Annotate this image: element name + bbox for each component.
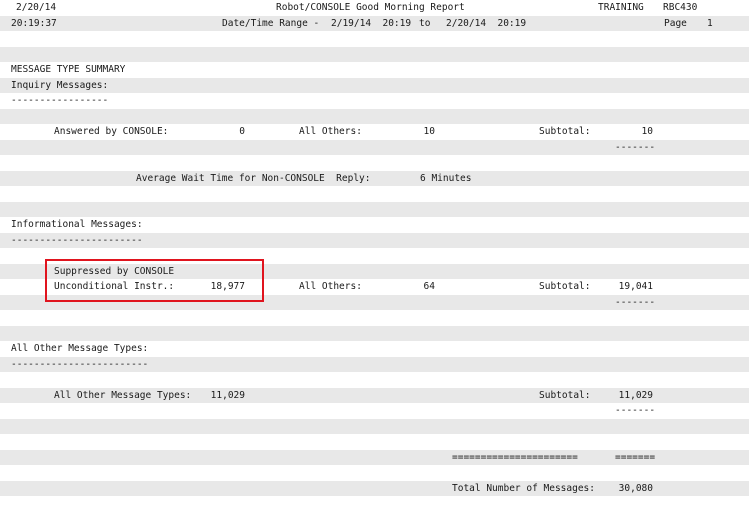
- band: [0, 108, 749, 124]
- avg-wait-label: Average Wait Time for Non-CONSOLE Reply:: [136, 172, 371, 184]
- band: [0, 325, 749, 341]
- answered-label: Answered by CONSOLE:: [54, 126, 169, 137]
- informational-subtotal-rule: -------: [615, 296, 656, 308]
- informational-others-label: All Others:: [299, 281, 362, 292]
- avg-wait-value: 6 Minutes: [420, 172, 472, 184]
- inquiry-subtotal-value: 10: [641, 126, 653, 137]
- total-rule-short: =======: [615, 451, 656, 463]
- band: [0, 46, 749, 62]
- informational-underline: -----------------------: [11, 234, 143, 246]
- answered-value: 0: [239, 126, 245, 137]
- band: [0, 201, 749, 217]
- total-value: 30,080: [618, 482, 653, 494]
- other-value: 11,029: [210, 389, 245, 401]
- page-number: 1: [707, 17, 713, 29]
- band: [0, 170, 749, 186]
- other-subtotal-label: Subtotal:: [539, 389, 591, 401]
- band: [0, 155, 749, 171]
- informational-others-value: 64: [423, 281, 435, 292]
- other-subtotal-rule: -------: [615, 405, 656, 416]
- range-from: 2/19/14 20:19: [331, 17, 412, 29]
- report-title: Robot/CONSOLE Good Morning Report: [276, 2, 465, 13]
- band: [0, 372, 749, 388]
- band: [0, 77, 749, 93]
- inquiry-others-label: All Others:: [299, 126, 362, 137]
- band: [0, 465, 749, 481]
- band: [0, 418, 749, 434]
- page-label: Page: [664, 17, 687, 29]
- band: [0, 310, 749, 326]
- informational-subtotal-value: 19,041: [618, 281, 653, 292]
- other-underline: ------------------------: [11, 358, 149, 370]
- other-subtotal-value: 11,029: [618, 389, 653, 401]
- report-date: 2/20/14: [16, 2, 57, 13]
- environment-label: TRAINING: [598, 2, 644, 13]
- band: [0, 186, 749, 202]
- band: [0, 93, 749, 109]
- range-label: Date/Time Range -: [222, 17, 320, 29]
- band: [0, 434, 749, 450]
- inquiry-subtotal-rule: -------: [615, 141, 656, 153]
- inquiry-underline: -----------------: [11, 95, 109, 106]
- informational-heading: Informational Messages:: [11, 219, 143, 230]
- highlight-box: [45, 259, 264, 302]
- informational-subtotal-label: Subtotal:: [539, 281, 591, 292]
- range-to-word: to: [419, 17, 431, 29]
- other-label: All Other Message Types:: [54, 389, 192, 401]
- inquiry-others-value: 10: [423, 126, 435, 137]
- summary-heading: MESSAGE TYPE SUMMARY: [11, 64, 126, 75]
- inquiry-subtotal-label: Subtotal:: [539, 126, 591, 137]
- report-time: 20:19:37: [11, 17, 57, 29]
- band: [0, 31, 749, 47]
- report-id: RBC430: [663, 2, 698, 13]
- inquiry-heading: Inquiry Messages:: [11, 79, 109, 91]
- total-rule-long: ======================: [452, 451, 578, 463]
- range-to: 2/20/14 20:19: [446, 17, 527, 29]
- total-label: Total Number of Messages:: [452, 482, 595, 494]
- other-heading: All Other Message Types:: [11, 343, 149, 354]
- band: [0, 496, 749, 512]
